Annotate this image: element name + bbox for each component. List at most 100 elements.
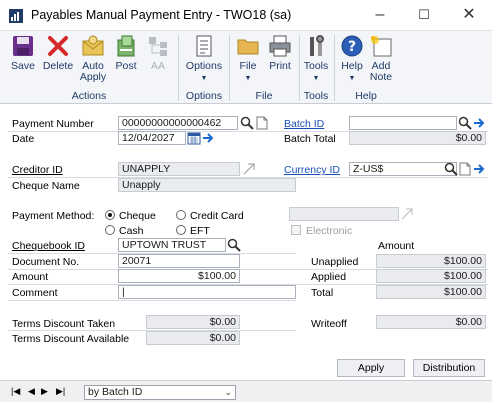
first-record-icon[interactable]: |◀ <box>11 386 20 397</box>
writeoff-label: Writeoff <box>311 318 347 330</box>
total-field: $100.00 <box>376 285 486 299</box>
expand-corner-icon[interactable] <box>242 162 256 176</box>
amount-label: Amount <box>12 271 49 283</box>
terms-discount-available-field: $0.00 <box>146 331 240 345</box>
close-button[interactable]: ✕ <box>459 6 479 24</box>
distribution-button[interactable]: Distribution <box>413 359 485 377</box>
chevron-down-icon: ▼ <box>348 75 356 82</box>
help-question-icon: ? <box>341 35 363 57</box>
payment-number-label: Payment Number <box>12 118 94 130</box>
creditor-id-label[interactable]: Creditor ID <box>12 164 63 176</box>
add-note-icon <box>371 36 392 57</box>
applied-label: Applied <box>311 271 347 283</box>
arrow-right-icon[interactable] <box>201 131 215 145</box>
aa-hierarchy-icon <box>149 37 167 56</box>
previous-record-icon[interactable]: ◀ <box>28 386 35 397</box>
tools-button[interactable]: Tools ▼ <box>302 34 330 84</box>
writeoff-field: $0.00 <box>376 315 486 329</box>
help-group-label: Help <box>355 90 377 102</box>
cash-radio[interactable] <box>105 225 115 235</box>
save-disk-icon <box>13 36 33 56</box>
cheque-name-field: Unapply <box>118 178 296 192</box>
date-label: Date <box>12 133 35 145</box>
comment-label: Comment <box>12 287 58 299</box>
row-divider <box>8 300 296 301</box>
auto-apply-button[interactable]: Auto Apply <box>76 34 110 83</box>
maximize-button[interactable]: ☐ <box>414 6 434 24</box>
file-group-label: File <box>255 90 273 102</box>
applied-field: $100.00 <box>376 269 486 283</box>
post-button[interactable]: Post <box>110 34 142 72</box>
batch-id-link[interactable]: Batch ID <box>284 118 324 130</box>
next-record-icon[interactable]: ▶ <box>41 386 48 397</box>
navigation-bar: |◀ ◀ ▶ ▶| by Batch ID ⌄ <box>0 380 492 402</box>
new-document-icon[interactable] <box>255 116 269 130</box>
batch-total-label: Batch Total <box>284 133 336 145</box>
file-button[interactable]: File ▼ <box>235 34 261 84</box>
ribbon-separator <box>229 35 230 101</box>
title-bar: Payables Manual Payment Entry - TWO18 (s… <box>0 0 492 30</box>
help-button[interactable]: ? Help ▼ <box>339 34 365 84</box>
unapplied-label: Unapplied <box>311 256 359 268</box>
lookup-magnifier-icon[interactable] <box>227 238 241 252</box>
window-title: Payables Manual Payment Entry - TWO18 (s… <box>31 8 292 22</box>
currency-id-link[interactable]: Currency ID <box>284 164 340 176</box>
expand-corner-icon[interactable] <box>400 207 414 221</box>
comment-field[interactable]: | <box>118 285 296 299</box>
ribbon-separator <box>334 35 335 101</box>
delete-x-icon <box>48 36 68 56</box>
print-button[interactable]: Print <box>264 34 296 72</box>
total-label: Total <box>311 287 334 299</box>
envelope-icon <box>82 35 104 56</box>
electronic-checkbox[interactable] <box>291 225 301 235</box>
amount-field[interactable]: $100.00 <box>118 269 240 283</box>
sort-order-select[interactable]: by Batch ID ⌄ <box>84 385 236 400</box>
tools-wrench-icon <box>310 35 324 56</box>
terms-discount-available-label: Terms Discount Available <box>12 333 130 345</box>
cash-option-label: Cash <box>119 225 144 237</box>
eft-radio[interactable] <box>176 225 186 235</box>
payment-number-field[interactable]: 00000000000000462 <box>118 116 238 130</box>
card-name-field <box>289 207 399 221</box>
chequebook-id-field[interactable]: UPTOWN TRUST <box>118 238 226 252</box>
batch-total-field: $0.00 <box>349 131 486 145</box>
calendar-icon[interactable] <box>187 131 201 145</box>
apply-button[interactable]: Apply <box>337 359 405 377</box>
aa-button[interactable]: AA <box>144 34 172 72</box>
credit-card-option-label: Credit Card <box>190 210 244 222</box>
options-button[interactable]: Options ▼ <box>184 34 224 84</box>
options-list-icon <box>196 35 212 57</box>
credit-card-radio[interactable] <box>176 210 186 220</box>
minimize-button[interactable]: – <box>370 6 390 24</box>
document-no-label: Document No. <box>12 256 80 268</box>
currency-id-field[interactable]: Z-US$ <box>349 162 457 176</box>
document-no-field[interactable]: 20071 <box>118 254 240 268</box>
chevron-down-icon: ⌄ <box>224 387 232 397</box>
svg-text:?: ? <box>348 39 356 55</box>
sort-order-value: by Batch ID <box>88 386 143 398</box>
terms-discount-taken-field: $0.00 <box>146 315 240 329</box>
printer-icon <box>269 35 291 57</box>
add-note-button[interactable]: Add Note <box>367 34 395 83</box>
tools-group-label: Tools <box>303 90 329 102</box>
delete-button[interactable]: Delete <box>40 34 76 72</box>
lookup-magnifier-icon[interactable] <box>458 116 472 130</box>
save-button[interactable]: Save <box>7 34 39 72</box>
batch-id-field[interactable] <box>349 116 457 130</box>
new-document-icon[interactable] <box>458 162 472 176</box>
chevron-down-icon: ▼ <box>244 75 252 82</box>
arrow-right-icon[interactable] <box>472 162 486 176</box>
chequebook-id-label[interactable]: Chequebook ID <box>12 240 85 252</box>
date-field[interactable]: 12/04/2027 <box>118 131 186 145</box>
cheque-option-label: Cheque <box>119 210 156 222</box>
terms-discount-taken-label: Terms Discount Taken <box>12 318 116 330</box>
electronic-label: Electronic <box>306 225 353 237</box>
lookup-magnifier-icon[interactable] <box>240 116 254 130</box>
arrow-right-icon[interactable] <box>472 116 486 130</box>
creditor-id-field[interactable]: UNAPPLY <box>118 162 240 176</box>
app-chart-icon <box>9 9 23 23</box>
ribbon-separator <box>178 35 179 101</box>
cheque-radio[interactable] <box>105 210 115 220</box>
lookup-magnifier-icon[interactable] <box>444 162 458 176</box>
last-record-icon[interactable]: ▶| <box>56 386 65 397</box>
